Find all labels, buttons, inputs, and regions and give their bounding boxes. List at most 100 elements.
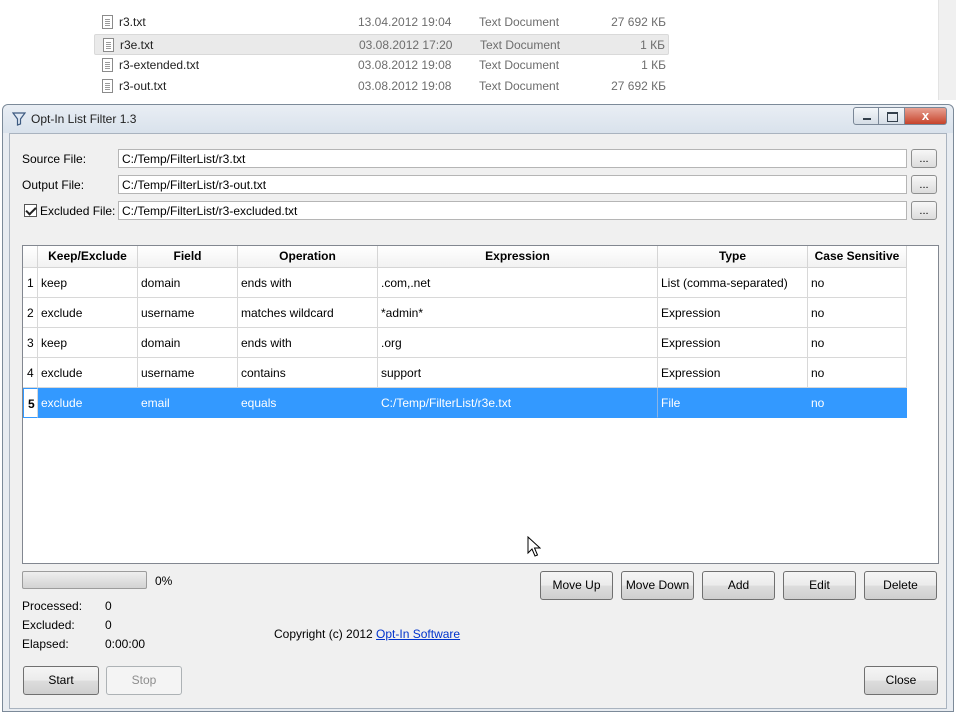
maximize-button[interactable] [879, 107, 905, 125]
operation-cell[interactable]: matches wildcard [238, 298, 378, 328]
move-up-button[interactable]: Move Up [540, 571, 613, 600]
file-size: 27 692 КБ [611, 15, 666, 29]
table-row[interactable]: 3 keep domain ends with .org Expression … [23, 328, 907, 358]
explorer-file-row[interactable]: r3-out.txt 03.08.2012 19:08 Text Documen… [94, 76, 669, 97]
type-cell[interactable]: List (comma-separated) [658, 268, 808, 298]
text-file-icon [102, 15, 113, 29]
field-cell[interactable]: domain [138, 328, 238, 358]
file-size: 1 КБ [641, 58, 666, 72]
column-header[interactable]: Case Sensitive [808, 246, 907, 268]
file-date: 03.08.2012 19:08 [358, 79, 452, 93]
move-down-button[interactable]: Move Down [621, 571, 694, 600]
file-name: r3.txt [119, 15, 146, 29]
file-size: 1 КБ [640, 38, 665, 52]
delete-button[interactable]: Delete [864, 571, 937, 600]
keep-exclude-cell[interactable]: exclude [38, 388, 138, 418]
operation-cell[interactable]: contains [238, 358, 378, 388]
type-cell[interactable]: Expression [658, 328, 808, 358]
row-index: 4 [23, 358, 38, 388]
table-row[interactable]: 2 exclude username matches wildcard *adm… [23, 298, 907, 328]
file-date: 03.08.2012 19:08 [358, 58, 452, 72]
field-cell[interactable]: domain [138, 268, 238, 298]
keep-exclude-cell[interactable]: exclude [38, 298, 138, 328]
type-cell[interactable]: File [658, 388, 808, 418]
case-sensitive-cell[interactable]: no [808, 358, 907, 388]
row-index: 5 [23, 388, 38, 418]
table-row-selected[interactable]: 5 exclude email equals C:/Temp/FilterLis… [23, 388, 907, 418]
expression-cell[interactable]: support [378, 358, 658, 388]
excluded-file-input[interactable] [118, 201, 907, 220]
file-type: Text Document [479, 79, 560, 93]
case-sensitive-cell[interactable]: no [808, 388, 907, 418]
start-button[interactable]: Start [23, 666, 99, 695]
excluded-file-checkbox[interactable] [24, 204, 37, 217]
keep-exclude-cell[interactable]: keep [38, 328, 138, 358]
field-cell[interactable]: username [138, 298, 238, 328]
source-file-row: Source File: ... [10, 149, 948, 169]
field-cell[interactable]: email [138, 388, 238, 418]
source-file-input[interactable] [118, 149, 907, 168]
file-type: Text Document [479, 15, 560, 29]
expression-cell[interactable]: C:/Temp/FilterList/r3e.txt [378, 388, 658, 418]
dialog-client-area: Source File: ... Output File: ... Exclud… [9, 133, 947, 709]
expression-cell[interactable]: .org [378, 328, 658, 358]
case-sensitive-cell[interactable]: no [808, 328, 907, 358]
excluded-file-row: Excluded File: ... [10, 201, 948, 221]
expression-cell[interactable]: *admin* [378, 298, 658, 328]
table-row[interactable]: 4 exclude username contains support Expr… [23, 358, 907, 388]
opt-in-software-link[interactable]: Opt-In Software [376, 627, 460, 641]
elapsed-value: 0:00:00 [105, 637, 146, 651]
file-date: 13.04.2012 19:04 [358, 15, 452, 29]
copyright-notice: Copyright (c) 2012 Opt-In Software [274, 627, 460, 641]
column-header[interactable]: Operation [238, 246, 378, 268]
explorer-scrollbar[interactable] [938, 0, 956, 100]
explorer-file-row[interactable]: r3.txt 13.04.2012 19:04 Text Document 27… [94, 12, 669, 33]
excluded-label: Excluded: [22, 618, 75, 632]
edit-button[interactable]: Edit [783, 571, 856, 600]
type-cell[interactable]: Expression [658, 358, 808, 388]
column-header[interactable]: Keep/Exclude [38, 246, 138, 268]
table-row[interactable]: 1 keep domain ends with .com,.net List (… [23, 268, 907, 298]
funnel-icon [12, 112, 26, 126]
output-browse-button[interactable]: ... [911, 175, 937, 194]
close-icon: x [921, 108, 930, 123]
file-name: r3e.txt [120, 38, 154, 52]
field-cell[interactable]: username [138, 358, 238, 388]
title-bar[interactable]: Opt-In List Filter 1.3 x [3, 105, 953, 133]
explorer-file-row-selected[interactable]: r3e.txt 03.08.2012 17:20 Text Document 1… [94, 34, 669, 55]
operation-cell[interactable]: ends with [238, 328, 378, 358]
add-button[interactable]: Add [702, 571, 775, 600]
file-explorer-list: r3.txt 13.04.2012 19:04 Text Document 27… [0, 0, 956, 100]
close-button[interactable]: Close [864, 666, 938, 695]
file-date: 03.08.2012 17:20 [359, 38, 453, 52]
row-index: 3 [23, 328, 38, 358]
minimize-button[interactable] [853, 107, 879, 125]
table-header: Keep/Exclude Field Operation Expression … [23, 246, 907, 268]
progress-bar [22, 571, 147, 589]
output-file-input[interactable] [118, 175, 907, 194]
excluded-file-label: Excluded File: [40, 204, 116, 218]
explorer-file-row[interactable]: r3-extended.txt 03.08.2012 19:08 Text Do… [94, 55, 669, 76]
file-name: r3-extended.txt [119, 58, 200, 72]
type-cell[interactable]: Expression [658, 298, 808, 328]
case-sensitive-cell[interactable]: no [808, 268, 907, 298]
operation-cell[interactable]: equals [238, 388, 378, 418]
close-window-button[interactable]: x [905, 107, 947, 125]
file-size: 27 692 КБ [611, 79, 666, 93]
keep-exclude-cell[interactable]: keep [38, 268, 138, 298]
column-header[interactable]: Expression [378, 246, 658, 268]
column-header[interactable]: Field [138, 246, 238, 268]
excluded-browse-button[interactable]: ... [911, 201, 937, 220]
text-file-icon [102, 79, 113, 93]
column-header[interactable]: Type [658, 246, 808, 268]
text-file-icon [103, 38, 114, 52]
processed-label: Processed: [22, 599, 83, 613]
stop-button[interactable]: Stop [106, 666, 182, 695]
excluded-value: 0 [105, 618, 112, 632]
expression-cell[interactable]: .com,.net [378, 268, 658, 298]
operation-cell[interactable]: ends with [238, 268, 378, 298]
filter-rules-table[interactable]: Keep/Exclude Field Operation Expression … [22, 245, 939, 564]
keep-exclude-cell[interactable]: exclude [38, 358, 138, 388]
source-browse-button[interactable]: ... [911, 149, 937, 168]
case-sensitive-cell[interactable]: no [808, 298, 907, 328]
